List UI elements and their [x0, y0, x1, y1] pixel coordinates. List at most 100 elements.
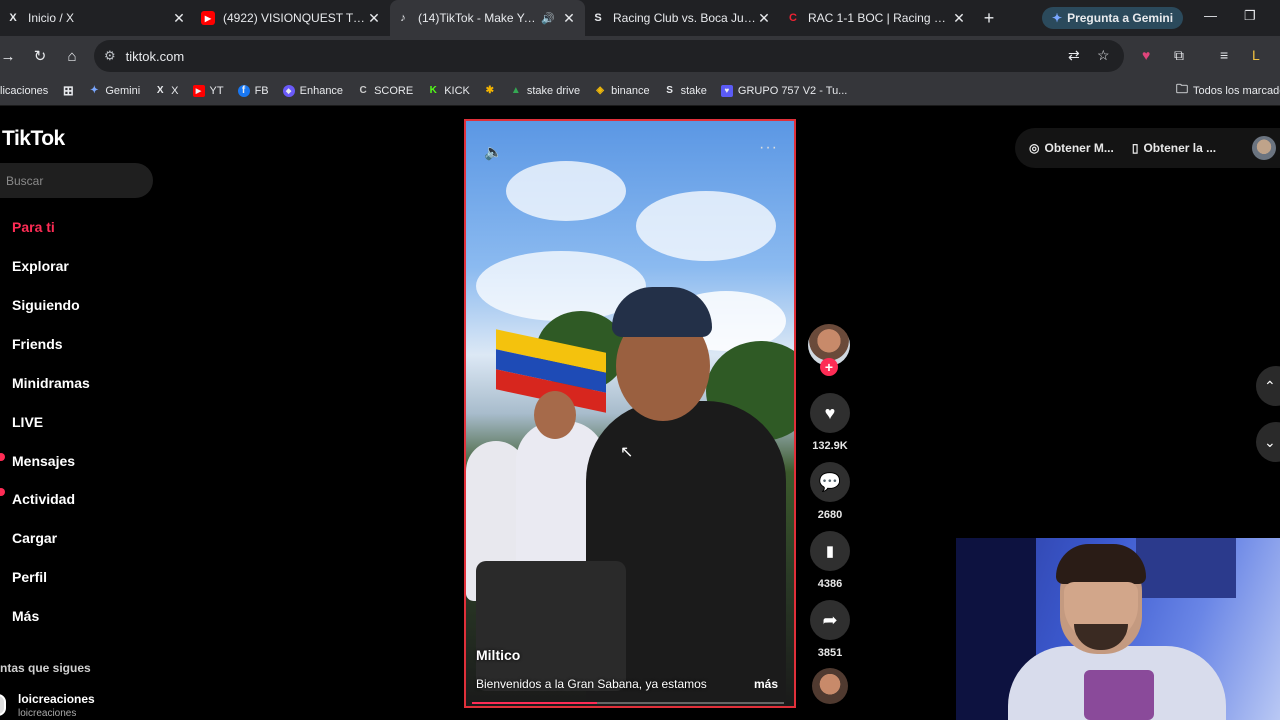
bookmark-binance[interactable]: ◈ binance — [594, 85, 649, 97]
stake-icon: S — [666, 85, 673, 96]
pinwheel-icon: ✱ — [485, 85, 495, 96]
youtube-icon: ▶ — [201, 11, 215, 25]
ask-gemini-button[interactable]: ✦ Pregunta a Gemini — [1042, 7, 1184, 29]
extension-icon[interactable]: ♥ — [1142, 47, 1150, 63]
get-coins-button[interactable]: ◎ Obtener M... — [1029, 141, 1114, 155]
enhance-icon: ◆ — [282, 84, 295, 97]
next-video-chevron-down-icon[interactable]: ⌄ — [1256, 422, 1280, 462]
all-bookmarks-folder[interactable]: 🗀Todos los marcadores — [1176, 82, 1280, 97]
bookmark-x[interactable]: XX — [154, 85, 179, 97]
mouse-cursor-icon: ↖ — [620, 444, 634, 461]
ask-gemini-label: Pregunta a Gemini — [1067, 11, 1174, 25]
tiktok-logo[interactable]: TikTok — [2, 127, 65, 151]
profile-icon[interactable]: L — [1252, 47, 1260, 63]
bookmark-stake-drive[interactable]: ▲ stake drive — [510, 85, 580, 97]
tab-tiktok[interactable]: ♪ (14)TikTok - Make Your Day 🔊 ✕ — [390, 0, 585, 36]
address-bar-row: → ↻ ⌂ ⚙ tiktok.com ⇄ ☆ ♥ ⧉ ≡ L — [0, 36, 1280, 76]
bookmark-grupo-757[interactable]: ♥ GRUPO 757 V2 - Tu... — [720, 84, 847, 97]
see-more-link[interactable]: más — [754, 677, 778, 691]
nav-para-ti[interactable]: Para ti — [12, 219, 55, 235]
gemini-icon: ✦ — [90, 85, 99, 96]
video-description: Bienvenidos a la Gran Sabana, ya estamos — [476, 677, 707, 691]
follow-plus-icon[interactable]: + — [820, 358, 838, 376]
heart-shield-icon: ♥ — [720, 84, 733, 97]
bookmark-fb[interactable]: f FB — [237, 84, 269, 97]
close-tab-icon[interactable]: ✕ — [171, 10, 187, 27]
tab-youtube[interactable]: ▶ (4922) VISIONQUEST Tráiler ✕ — [195, 0, 390, 36]
nav-siguiendo[interactable]: Siguiendo — [12, 297, 80, 313]
nav-live[interactable]: LIVE — [12, 414, 43, 430]
bookmark-kick[interactable]: K KICK — [427, 85, 470, 97]
score-icon: C — [359, 85, 367, 96]
site-settings-icon[interactable]: ⚙ — [104, 48, 116, 64]
bookmark-score[interactable]: C SCORE — [357, 85, 413, 97]
nav-minidramas[interactable]: Minidramas — [12, 375, 90, 391]
bookmarks-bar: licaciones ⊞ ✦ Gemini XX ▶ YT f FB ◆ Enhance… — [0, 76, 1280, 106]
comment-icon[interactable]: 💬 — [810, 462, 850, 502]
close-tab-icon[interactable]: ✕ — [561, 10, 577, 27]
volume-icon[interactable]: 🔈 — [484, 143, 503, 161]
url-field[interactable]: ⚙ tiktok.com — [94, 40, 1124, 72]
phone-icon: ▯ — [1131, 141, 1139, 155]
reload-icon[interactable]: ↻ — [24, 47, 56, 65]
tab-x[interactable]: X Inicio / X ✕ — [0, 0, 195, 36]
bookmark-save-icon[interactable]: ▮ — [810, 531, 850, 571]
top-right-actions: ◎ Obtener M... ▯ Obtener la ... — [1015, 128, 1280, 168]
stake-icon: S — [594, 12, 602, 24]
restore-icon[interactable]: ❐ — [1244, 8, 1256, 24]
following-accounts-header: ntas que sigues — [0, 661, 91, 675]
x-logo-icon: X — [9, 12, 17, 24]
home-icon[interactable]: ⌂ — [56, 48, 88, 65]
nav-mas[interactable]: Más — [12, 608, 39, 624]
media-control-icon[interactable]: ≡ — [1220, 47, 1228, 63]
user-avatar[interactable] — [1252, 136, 1276, 160]
bookmark-star-icon[interactable]: ☆ — [1097, 47, 1110, 64]
nav-actividad[interactable]: Actividad — [12, 491, 75, 507]
like-count: 132.9K — [812, 440, 848, 452]
get-app-button[interactable]: ▯ Obtener la ... — [1132, 141, 1216, 155]
binance-icon: ◈ — [596, 85, 604, 96]
gemini-icon: ✦ — [1052, 11, 1063, 25]
extensions-puzzle-icon[interactable]: ⧉ — [1174, 47, 1184, 64]
comment-count: 2680 — [817, 509, 843, 521]
youtube-icon: ▶ — [192, 84, 205, 97]
share-arrow-icon[interactable]: ➦ — [810, 600, 850, 640]
bookmark-aplicaciones[interactable]: licaciones — [0, 85, 48, 97]
translate-icon[interactable]: ⇄ — [1068, 47, 1080, 64]
nav-explorar[interactable]: Explorar — [12, 258, 69, 274]
bookmark-apps-grid[interactable]: ⊞ — [62, 82, 74, 98]
close-tab-icon[interactable]: ✕ — [951, 10, 967, 27]
tab-title: (14)TikTok - Make Your Day — [418, 11, 541, 25]
tiktok-icon: ♪ — [400, 12, 406, 24]
previous-video-chevron-up-icon[interactable]: ⌃ — [1256, 366, 1280, 406]
tab-title: Racing Club vs. Boca Juniors — [613, 11, 756, 25]
nav-cargar[interactable]: Cargar — [12, 530, 57, 546]
nav-friends[interactable]: Friends — [12, 336, 63, 352]
bookmark-yt[interactable]: ▶ YT — [192, 84, 224, 97]
bookmark-pinwheel[interactable]: ✱ — [484, 85, 496, 97]
forward-icon[interactable]: → — [0, 48, 16, 65]
folder-icon: 🗀 — [1176, 82, 1189, 96]
close-tab-icon[interactable]: ✕ — [756, 10, 772, 27]
video-progress-bar[interactable] — [472, 702, 784, 704]
bookmark-gemini[interactable]: ✦ Gemini — [88, 85, 140, 97]
nav-perfil[interactable]: Perfil — [12, 569, 47, 585]
tab-rac-boc[interactable]: C RAC 1-1 BOC | Racing Club v ✕ — [780, 0, 975, 36]
tab-racing-boca[interactable]: S Racing Club vs. Boca Juniors ✕ — [585, 0, 780, 36]
bookmark-enhance[interactable]: ◆ Enhance — [282, 84, 343, 97]
video-player[interactable]: 🔈 ··· Miltico Bienvenidos a la Gran Saba… — [464, 119, 796, 708]
like-heart-icon[interactable]: ♥ — [810, 393, 850, 433]
nav-mensajes[interactable]: Mensajes — [12, 453, 75, 469]
more-options-icon[interactable]: ··· — [759, 139, 778, 157]
apps-grid-icon: ⊞ — [62, 82, 74, 98]
music-disc-avatar[interactable] — [812, 668, 848, 704]
speaker-icon[interactable]: 🔊 — [541, 12, 555, 25]
minimize-icon[interactable]: — — [1204, 8, 1217, 23]
bookmark-stake[interactable]: Sstake — [664, 85, 707, 97]
video-author[interactable]: Miltico — [476, 647, 520, 663]
progress-fill — [472, 702, 597, 704]
new-tab-button[interactable]: + — [975, 8, 1003, 29]
search-input[interactable]: Buscar — [0, 163, 153, 198]
drive-icon: ▲ — [510, 85, 521, 96]
close-tab-icon[interactable]: ✕ — [366, 10, 382, 27]
